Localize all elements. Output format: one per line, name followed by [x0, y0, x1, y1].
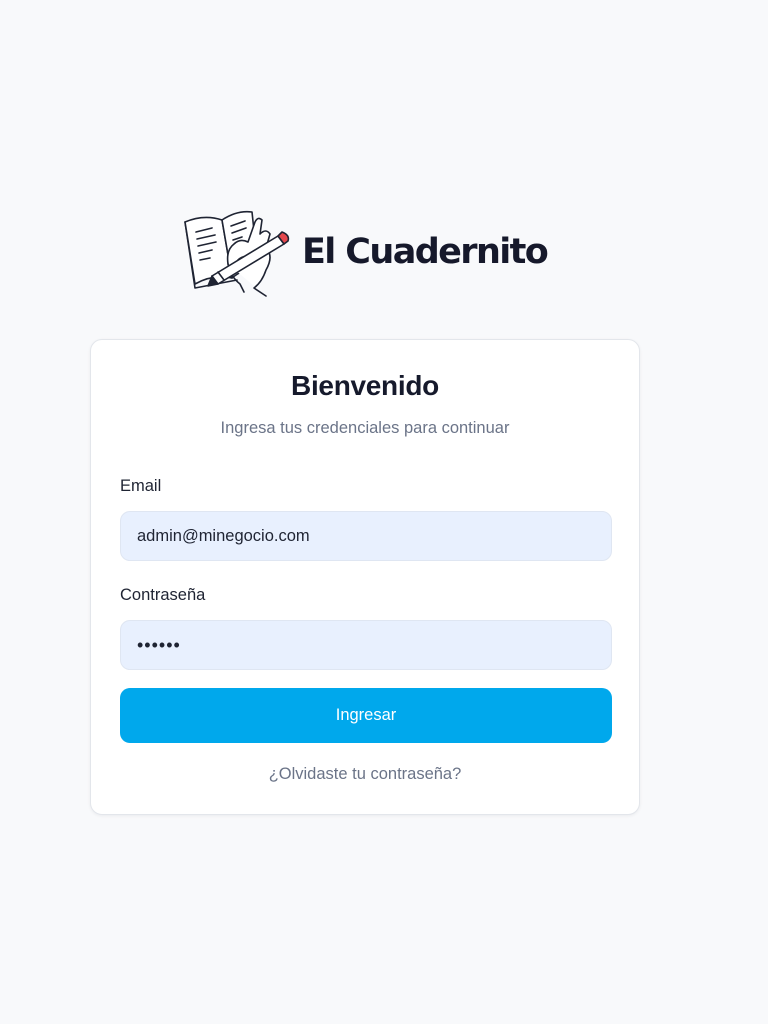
- forgot-password-link[interactable]: ¿Olvidaste tu contraseña?: [91, 765, 639, 784]
- brand-header: El Cuadernito: [182, 204, 562, 300]
- email-field[interactable]: [120, 511, 612, 561]
- card-subtitle: Ingresa tus credenciales para continuar: [220, 419, 510, 437]
- login-page: El Cuadernito Bienvenido Ingresa tus cre…: [0, 0, 768, 1024]
- login-card: Bienvenido Ingresa tus credenciales para…: [90, 339, 640, 815]
- password-label: Contraseña: [120, 586, 206, 604]
- brand-name: El Cuadernito: [302, 232, 549, 272]
- login-button[interactable]: Ingresar: [120, 688, 612, 743]
- email-label: Email: [120, 477, 162, 495]
- card-title: Bienvenido: [291, 370, 439, 401]
- notebook-hand-pencil-icon: [184, 210, 290, 297]
- password-field[interactable]: [120, 620, 612, 670]
